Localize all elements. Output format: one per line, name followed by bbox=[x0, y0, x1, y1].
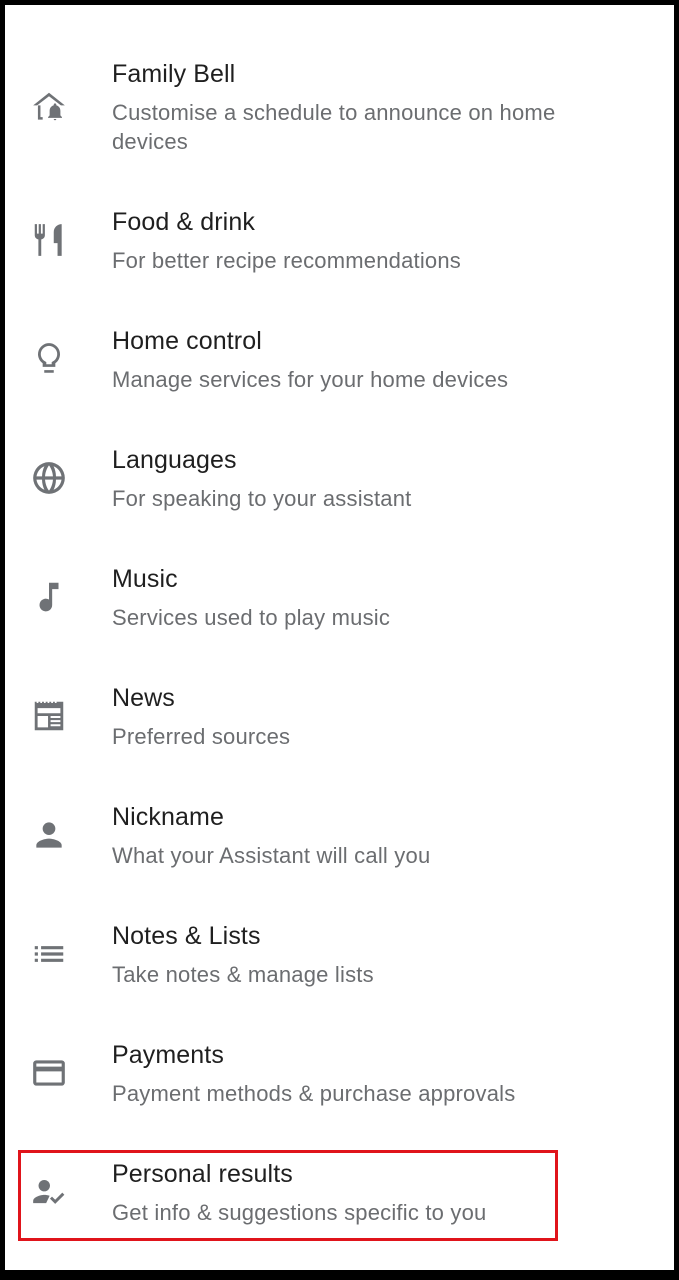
person-icon bbox=[29, 815, 69, 855]
settings-item-title: Payments bbox=[112, 1041, 224, 1069]
settings-item-title: Home control bbox=[112, 327, 262, 355]
settings-item-title: Music bbox=[112, 565, 178, 593]
settings-item-subtitle: For speaking to your assistant bbox=[112, 486, 412, 511]
music-note-icon bbox=[29, 577, 69, 617]
lightbulb-icon bbox=[29, 339, 69, 379]
settings-item-subtitle: Payment methods & purchase approvals bbox=[112, 1081, 516, 1106]
credit-card-icon bbox=[29, 1053, 69, 1093]
settings-item-subtitle: Services used to play music bbox=[112, 605, 391, 630]
settings-item-subtitle: Take notes & manage lists bbox=[112, 962, 374, 987]
highlight-box bbox=[18, 1150, 558, 1241]
settings-panel: Family Bell Customise a schedule to anno… bbox=[5, 5, 674, 1270]
globe-icon bbox=[29, 458, 69, 498]
newspaper-icon bbox=[29, 696, 69, 736]
settings-item-title: Nickname bbox=[112, 803, 224, 831]
settings-item-subtitle: For better recipe recommendations bbox=[112, 248, 461, 273]
settings-item-subtitle: Manage services for your home devices bbox=[112, 367, 509, 392]
settings-item-subtitle: What your Assistant will call you bbox=[112, 843, 431, 868]
settings-item-title: Food & drink bbox=[112, 208, 255, 236]
list-icon bbox=[29, 934, 69, 974]
settings-item-subtitle: Customise a schedule to announce on home… bbox=[112, 100, 556, 154]
settings-item-title: Family Bell bbox=[112, 60, 236, 88]
food-drink-icon bbox=[29, 220, 69, 260]
settings-item-title: Languages bbox=[112, 446, 237, 474]
family-bell-icon bbox=[29, 87, 69, 127]
settings-item-subtitle: Preferred sources bbox=[112, 724, 291, 749]
settings-item-title: News bbox=[112, 684, 175, 712]
settings-item-title: Notes & Lists bbox=[112, 922, 261, 950]
